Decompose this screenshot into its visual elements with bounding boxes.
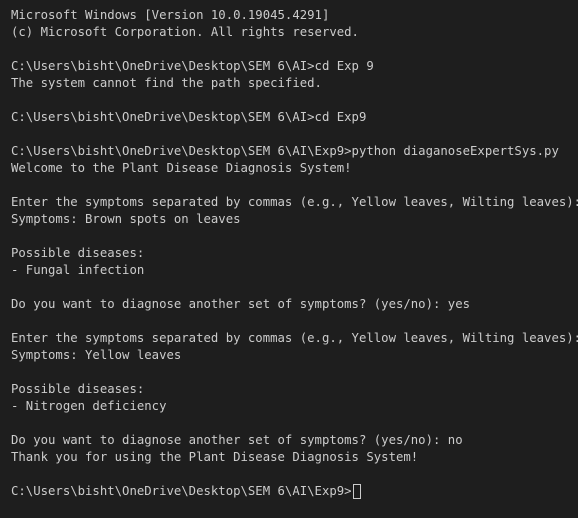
output-line: Welcome to the Plant Disease Diagnosis S… [11, 161, 352, 175]
output-line: The system cannot find the path specifie… [11, 76, 322, 90]
prompt-text: C:\Users\bisht\OneDrive\Desktop\SEM 6\AI… [11, 484, 352, 498]
output-line: (c) Microsoft Corporation. All rights re… [11, 25, 359, 39]
text-cursor[interactable] [352, 484, 361, 499]
output-line: Microsoft Windows [Version 10.0.19045.42… [11, 8, 330, 22]
output-line: Possible diseases: [11, 382, 145, 396]
output-line: Thank you for using the Plant Disease Di… [11, 450, 419, 464]
output-line: - Nitrogen deficiency [11, 399, 167, 413]
output-line: Symptoms: Brown spots on leaves [11, 212, 241, 226]
output-line: Enter the symptoms separated by commas (… [11, 331, 578, 345]
output-line: C:\Users\bisht\OneDrive\Desktop\SEM 6\AI… [11, 59, 374, 73]
output-line: Do you want to diagnose another set of s… [11, 433, 463, 447]
output-line: C:\Users\bisht\OneDrive\Desktop\SEM 6\AI… [11, 110, 367, 124]
output-line: - Fungal infection [11, 263, 145, 277]
terminal-window[interactable]: Microsoft Windows [Version 10.0.19045.42… [0, 0, 578, 518]
output-line: Do you want to diagnose another set of s… [11, 297, 471, 311]
command-prompt[interactable]: C:\Users\bisht\OneDrive\Desktop\SEM 6\AI… [11, 483, 578, 500]
output-line: Enter the symptoms separated by commas (… [11, 195, 578, 209]
output-line: C:\Users\bisht\OneDrive\Desktop\SEM 6\AI… [11, 144, 559, 158]
output-line: Possible diseases: [11, 246, 145, 260]
output-line: Symptoms: Yellow leaves [11, 348, 182, 362]
